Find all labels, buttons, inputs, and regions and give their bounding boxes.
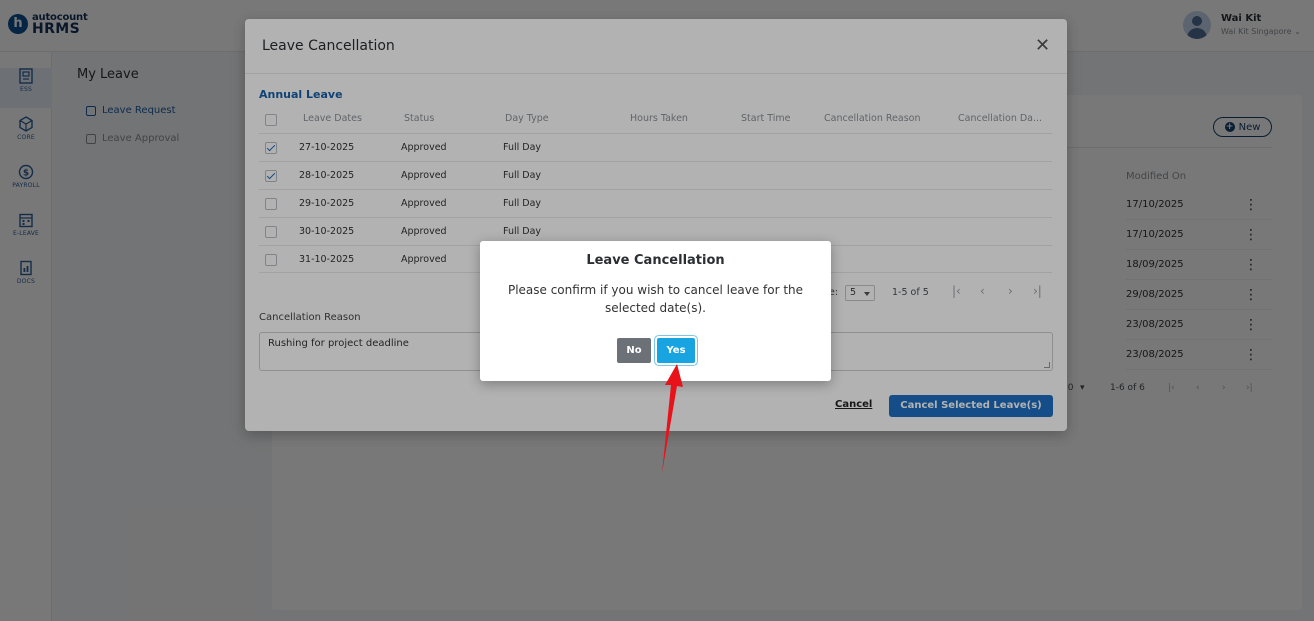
annotation-arrow-icon: [662, 364, 683, 473]
